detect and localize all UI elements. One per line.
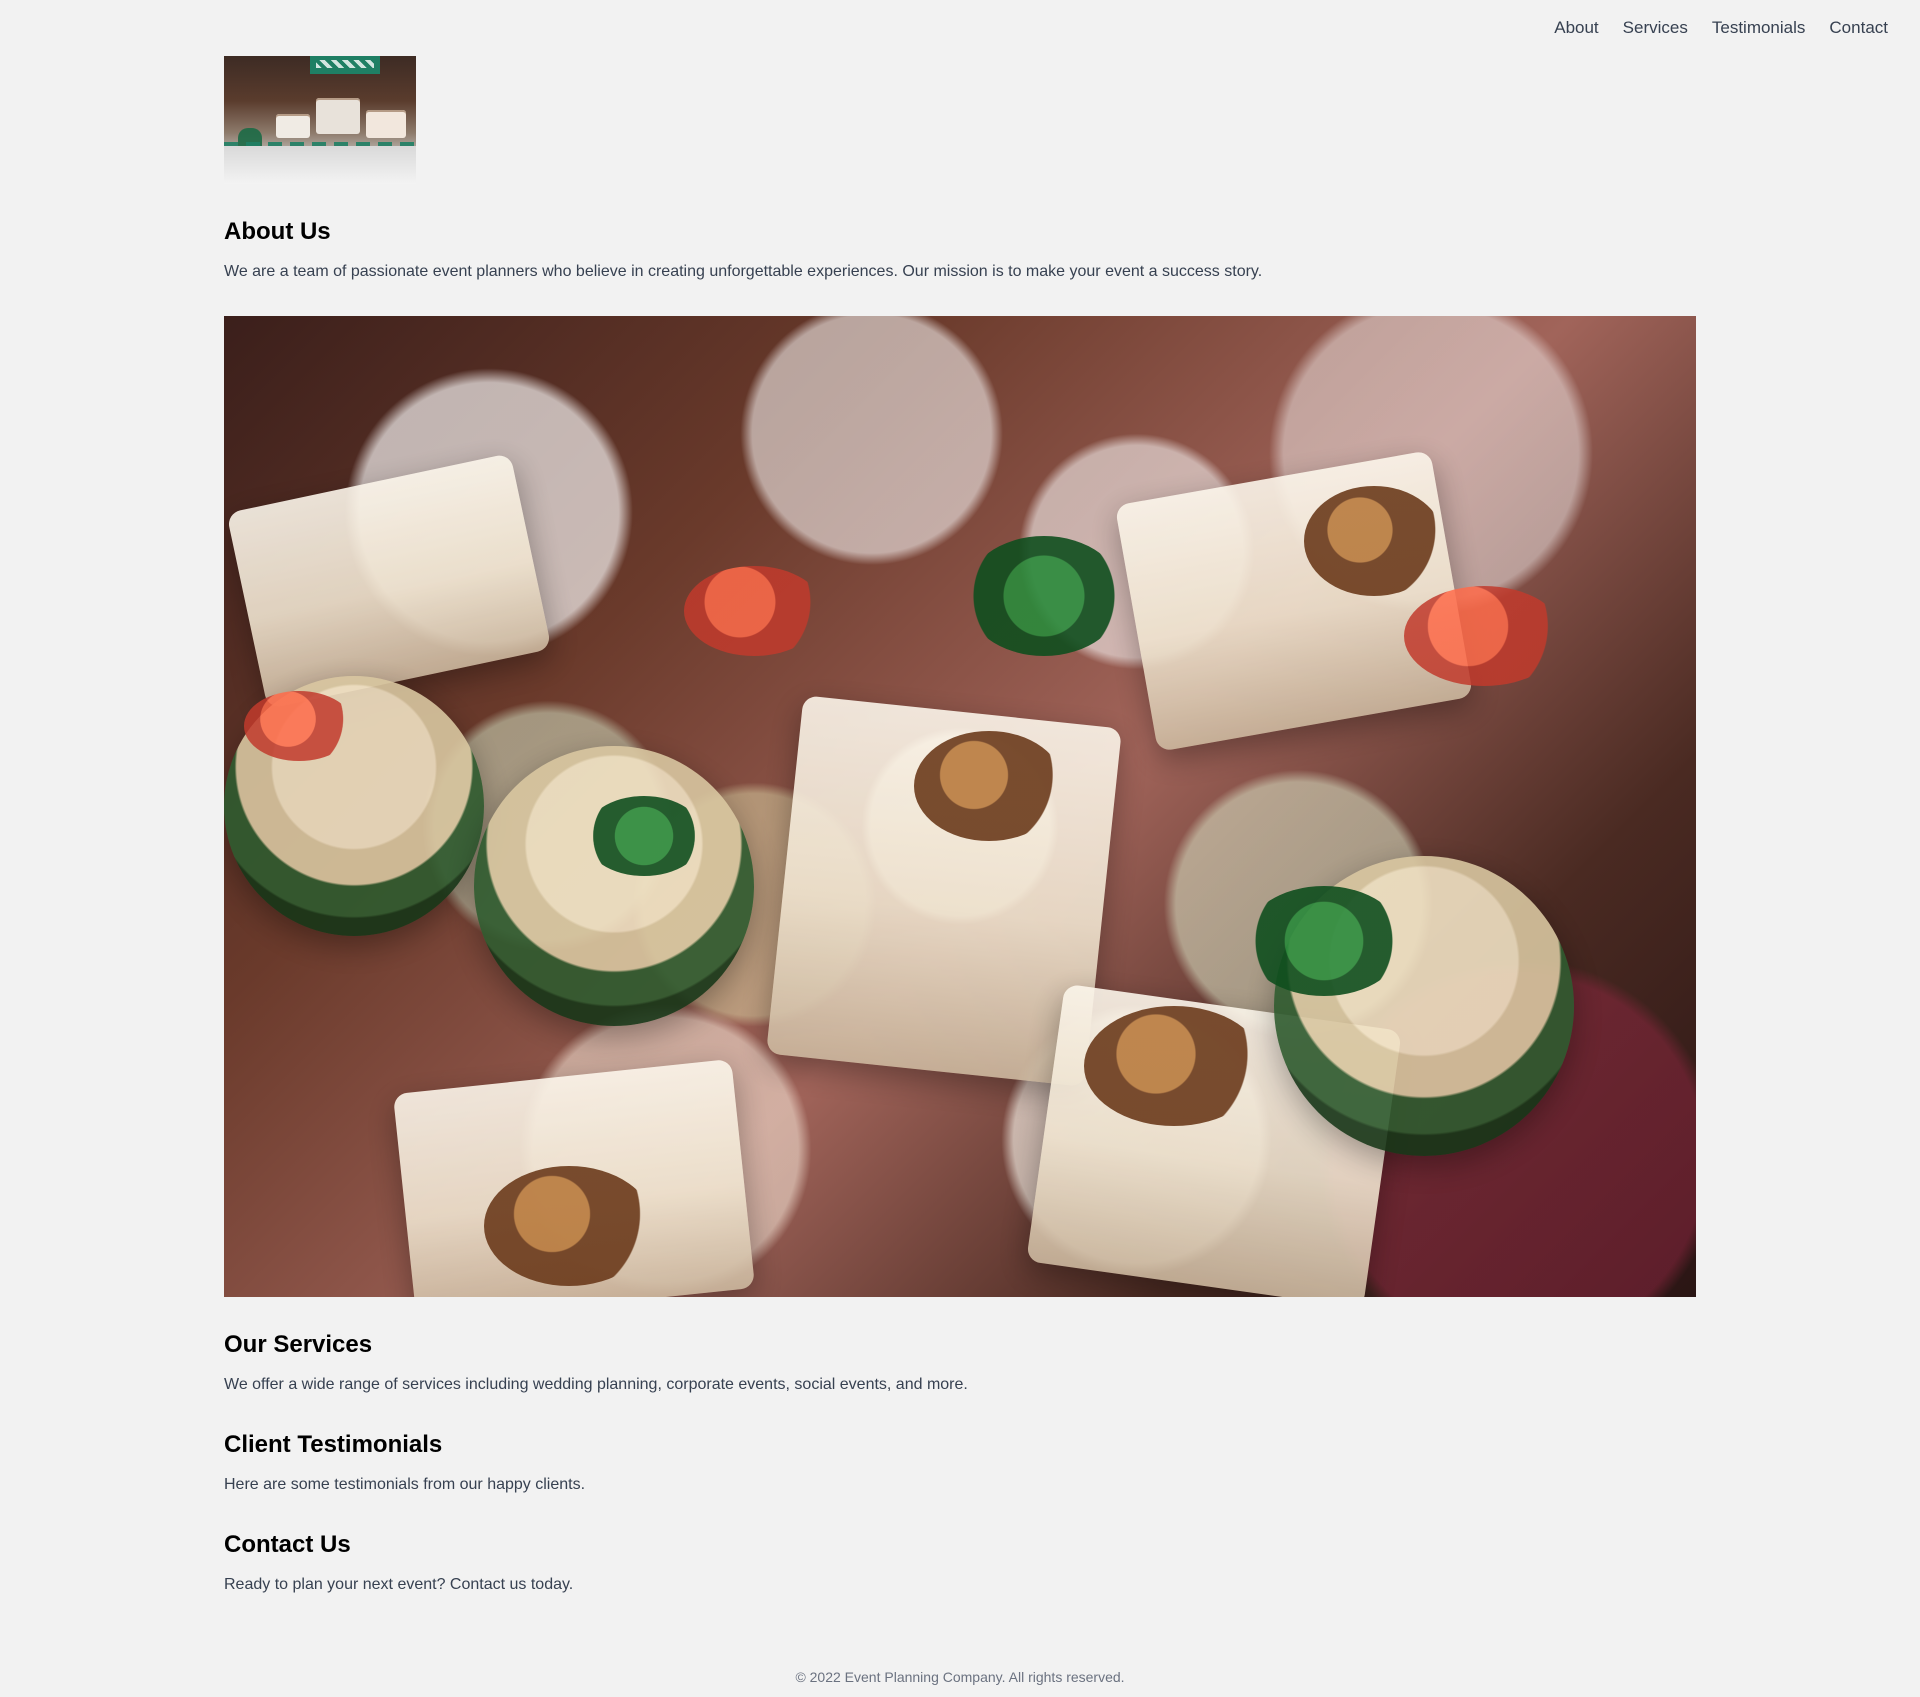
hero-walnut-topping — [914, 731, 1064, 841]
footer-copyright: © 2022 Event Planning Company. All right… — [795, 1669, 1125, 1685]
services-title: Our Services — [224, 1331, 373, 1358]
hero-food-piece — [1114, 450, 1474, 752]
logo-banner-graphic — [310, 56, 380, 74]
contact-section: Contact Us Ready to plan your next event… — [224, 1529, 1696, 1597]
top-navigation: About Services Testimonials Contact — [1554, 16, 1888, 40]
logo-cake-graphic — [316, 98, 360, 134]
testimonials-title: Client Testimonials — [224, 1431, 443, 1458]
hero-pepper-accent — [684, 566, 824, 656]
logo-table-graphic — [224, 146, 416, 184]
testimonials-text: Here are some testimonials from our happ… — [224, 1476, 586, 1493]
nav-contact-link[interactable]: Contact — [1829, 16, 1888, 40]
hero-pepper-accent — [1404, 586, 1564, 686]
services-section: Our Services We offer a wide range of se… — [224, 1329, 1696, 1397]
about-text: We are a team of passionate event planne… — [224, 263, 1263, 280]
hero-herb-garnish — [584, 796, 704, 876]
hero-pepper-accent — [244, 691, 354, 761]
footer: © 2022 Event Planning Company. All right… — [0, 1667, 1920, 1697]
testimonials-section: Client Testimonials Here are some testim… — [224, 1429, 1696, 1497]
hero-walnut-topping — [1304, 486, 1444, 596]
logo-cake-graphic — [276, 114, 310, 138]
nav-testimonials-link[interactable]: Testimonials — [1712, 16, 1806, 40]
about-section: About Us We are a team of passionate eve… — [224, 216, 1696, 284]
nav-about-link[interactable]: About — [1554, 16, 1598, 40]
hero-walnut-topping — [1084, 1006, 1264, 1126]
hero-walnut-topping — [484, 1166, 654, 1286]
contact-text: Ready to plan your next event? Contact u… — [224, 1576, 574, 1593]
main-content: About Us We are a team of passionate eve… — [224, 56, 1696, 1597]
logo-banner-pattern — [316, 60, 374, 68]
nav-services-link[interactable]: Services — [1623, 16, 1688, 40]
services-text: We offer a wide range of services includ… — [224, 1376, 968, 1393]
hero-herb-garnish — [1244, 886, 1404, 996]
contact-title: Contact Us — [224, 1531, 351, 1558]
hero-food-piece — [226, 453, 552, 709]
hero-cucumber-roll — [474, 746, 754, 1026]
company-logo-image — [224, 56, 416, 184]
hero-herb-garnish — [964, 536, 1124, 656]
hero-food-image — [224, 316, 1696, 1297]
logo-cake-graphic — [366, 110, 406, 138]
about-title: About Us — [224, 218, 331, 245]
